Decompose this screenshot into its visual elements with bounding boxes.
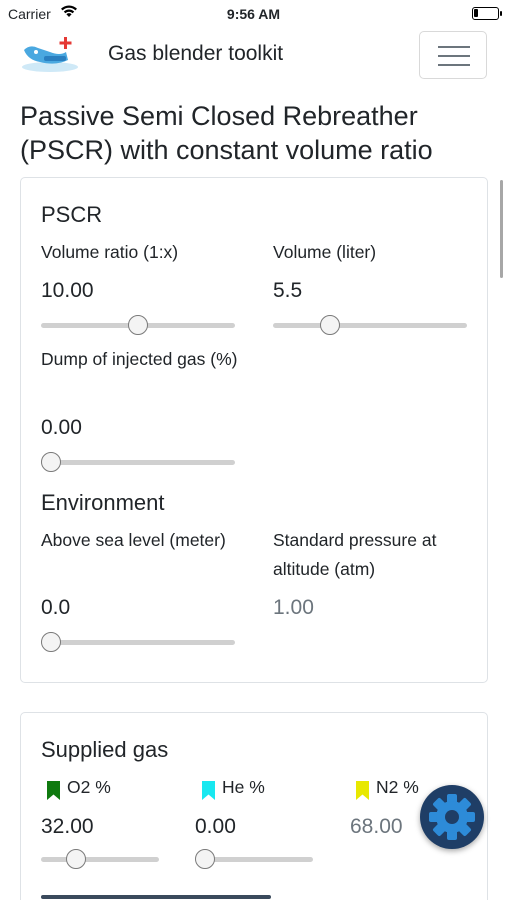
app-brand[interactable]: Gas blender toolkit: [108, 42, 283, 66]
settings-fab-button[interactable]: [420, 785, 484, 849]
n2-label: N2 %: [376, 777, 419, 797]
scrollbar[interactable]: [500, 180, 503, 278]
status-bar: Carrier 9:56 AM: [0, 0, 507, 28]
tag-icon: [356, 781, 369, 800]
volume-value: 5.5: [273, 279, 303, 302]
altitude-slider[interactable]: [41, 631, 235, 653]
pressure-value: 1.00: [273, 596, 314, 619]
gear-icon: [429, 794, 475, 840]
altitude-label: Above sea level (meter): [41, 530, 226, 550]
dump-slider[interactable]: [41, 451, 235, 473]
dump-value: 0.00: [41, 416, 82, 439]
slider-thumb[interactable]: [65, 849, 86, 869]
battery-icon: [472, 7, 502, 20]
o2-slider[interactable]: [41, 848, 159, 870]
pressure-label: Standard pressure at altitude (atm): [273, 530, 437, 579]
slider-thumb[interactable]: [195, 849, 215, 869]
he-label: He %: [222, 777, 265, 797]
altitude-value: 0.0: [41, 596, 71, 619]
tag-icon: [202, 781, 215, 800]
menu-toggle-button[interactable]: [419, 31, 487, 79]
dump-label: Dump of injected gas (%): [41, 349, 238, 369]
n2-value: 68.00: [350, 815, 403, 838]
slider-thumb[interactable]: [128, 315, 148, 335]
slider-thumb[interactable]: [41, 452, 61, 472]
slider-thumb[interactable]: [41, 632, 61, 652]
clock: 9:56 AM: [226, 6, 281, 22]
volume-label: Volume (liter): [273, 242, 377, 262]
volume-ratio-slider[interactable]: [41, 314, 235, 336]
pscr-card: PSCR Volume ratio (1:x) 10.00 Volume (li…: [20, 177, 488, 683]
navbar: Gas blender toolkit: [0, 28, 507, 84]
pscr-heading: PSCR: [41, 202, 103, 227]
o2-label: O2 %: [67, 777, 111, 797]
environment-heading: Environment: [41, 490, 165, 515]
volume-ratio-value: 10.00: [41, 279, 94, 302]
volume-slider[interactable]: [273, 314, 467, 336]
o2-value: 32.00: [41, 815, 94, 838]
supplied-gas-card: Supplied gas O2 % 32.00 He % 0.00 N2 % 6…: [20, 712, 488, 900]
supplied-gas-heading: Supplied gas: [41, 737, 169, 762]
page-title: Passive Semi Closed Rebreather (PSCR) wi…: [20, 101, 433, 165]
app-logo-icon[interactable]: [20, 34, 80, 74]
slider-thumb[interactable]: [319, 315, 340, 335]
hamburger-icon: [438, 46, 470, 48]
he-value: 0.00: [195, 815, 236, 838]
he-slider[interactable]: [195, 848, 313, 870]
card-footer-bar: [41, 895, 271, 899]
volume-ratio-label: Volume ratio (1:x): [41, 242, 179, 262]
tag-icon: [47, 781, 60, 800]
